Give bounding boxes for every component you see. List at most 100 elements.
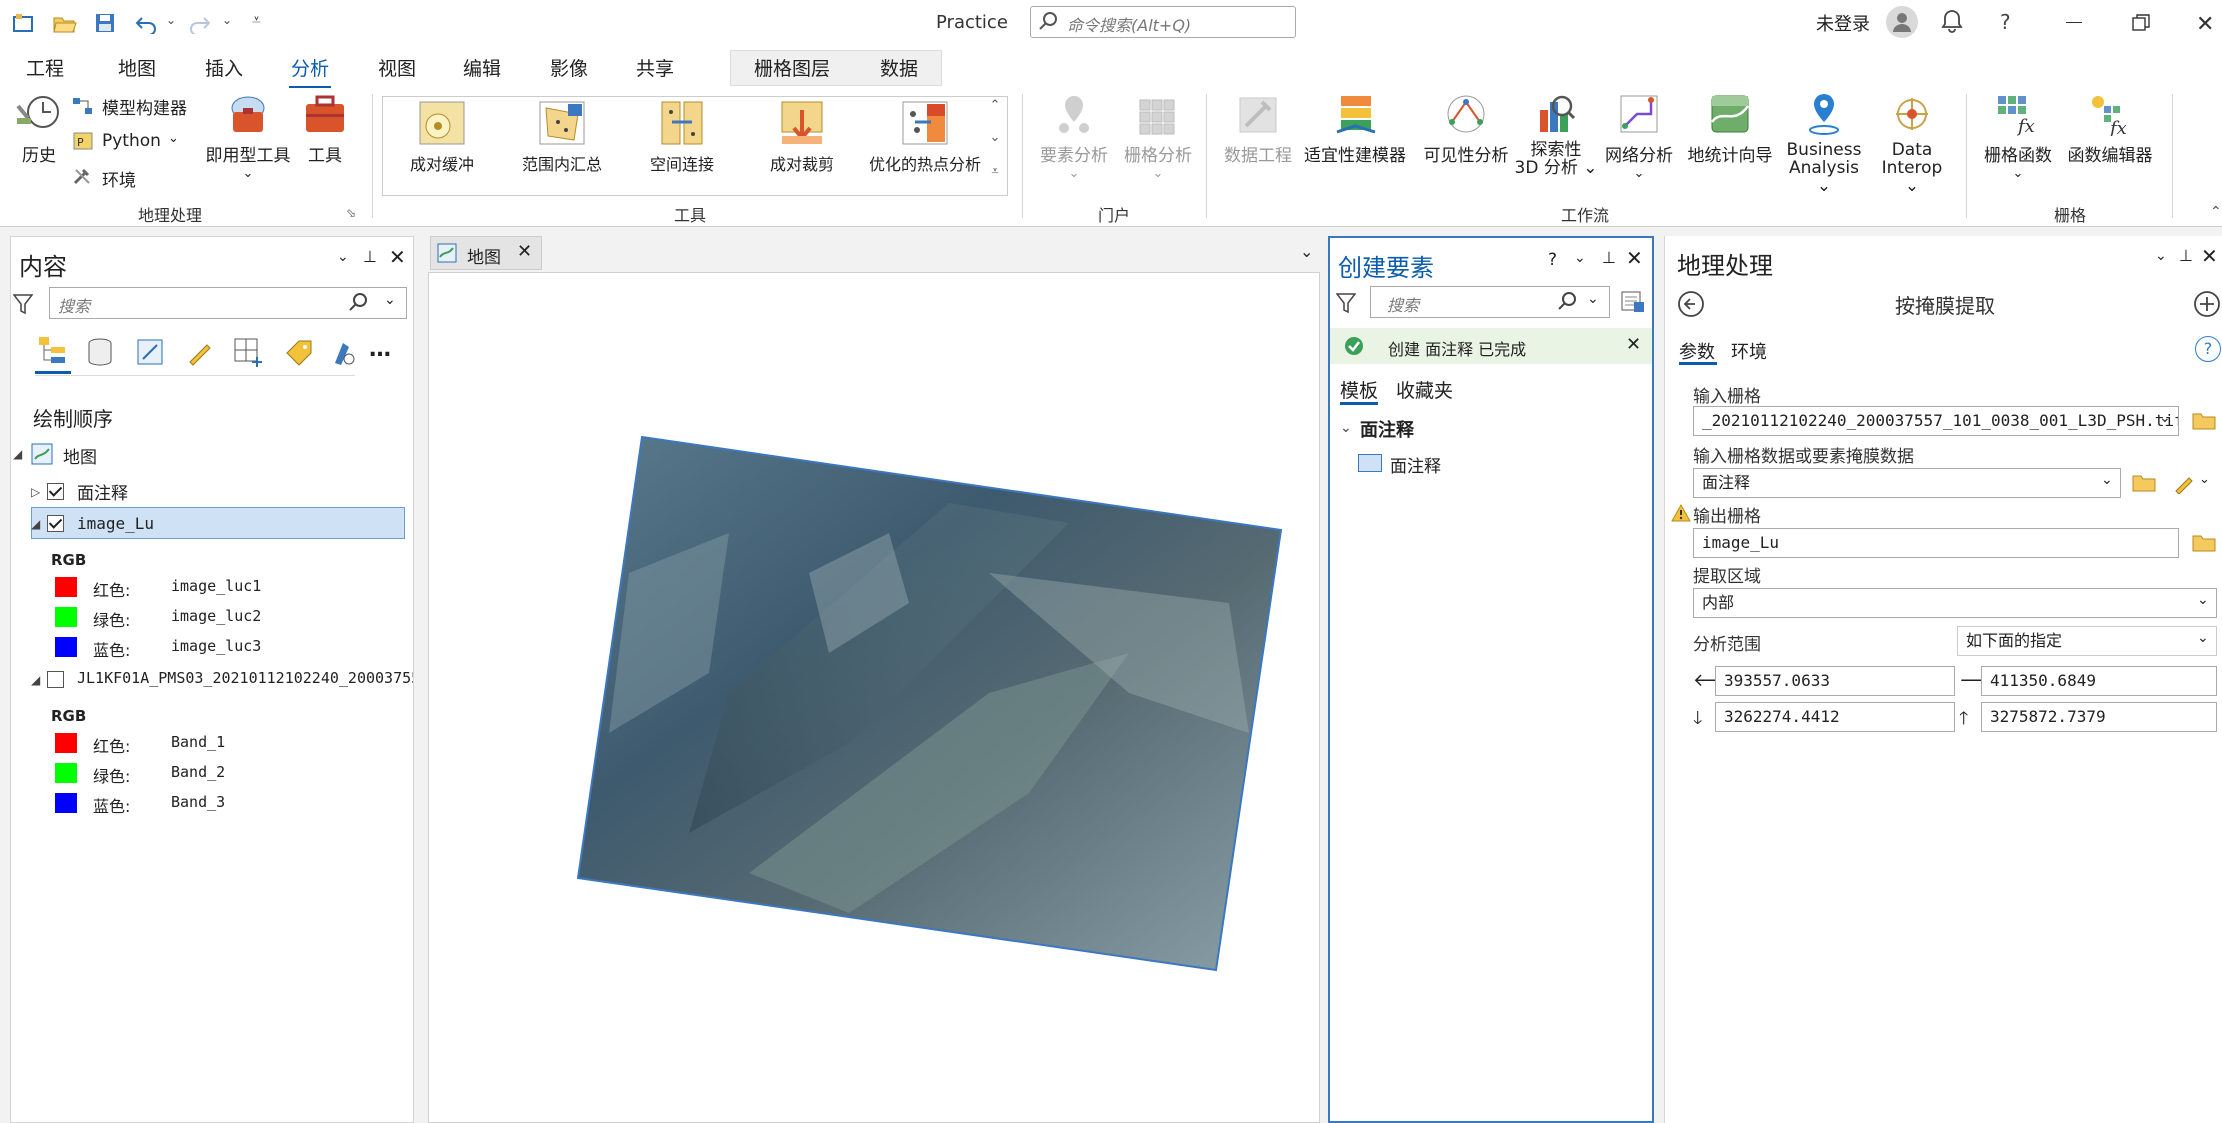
close-pane-icon[interactable]: ✕ xyxy=(1626,246,1643,270)
edit-pencil-icon[interactable] xyxy=(2173,472,2197,499)
layer-name[interactable]: 面注释 xyxy=(77,479,128,504)
collapse-layer-icon[interactable]: ◢ xyxy=(31,673,40,687)
tab-parameters[interactable]: 参数 xyxy=(1679,338,1715,364)
undo-icon[interactable] xyxy=(134,12,158,39)
extract-area-dropdown-icon[interactable]: ⌄ xyxy=(2197,592,2209,608)
visibility-analysis-button[interactable]: 可见性分析 xyxy=(1416,92,1516,166)
python-dropdown-icon[interactable]: ⌄ xyxy=(168,131,179,146)
map-canvas[interactable] xyxy=(428,272,1320,1123)
extent-right-field[interactable]: 411350.6849 xyxy=(1981,666,2217,696)
list-by-editing-icon[interactable] xyxy=(185,337,215,372)
raster-analysis-button[interactable]: 栅格分析 ⌄ xyxy=(1118,92,1198,181)
tab-insert[interactable]: 插入 xyxy=(205,54,243,81)
save-icon[interactable] xyxy=(94,12,116,39)
feature-analysis-button[interactable]: 要素分析 ⌄ xyxy=(1034,92,1114,181)
redo-dropdown-icon[interactable]: ⌄ xyxy=(222,13,232,27)
python-button[interactable]: Python xyxy=(102,131,161,151)
list-by-selection-icon[interactable] xyxy=(135,337,165,372)
analysis-extent-dropdown-icon[interactable]: ⌄ xyxy=(2197,630,2209,646)
map-name[interactable]: 地图 xyxy=(63,443,97,468)
extract-area-select[interactable]: 内部 xyxy=(1693,588,2217,618)
help-icon[interactable]: ? xyxy=(2000,10,2011,34)
tools-button[interactable]: 工具 xyxy=(298,92,352,166)
red-band-swatch[interactable] xyxy=(55,733,77,753)
gallery-pairwise-clip[interactable]: 成对裁剪 xyxy=(752,100,852,175)
help-icon[interactable]: ? xyxy=(2195,336,2221,362)
exploratory-3d-button[interactable]: 探索性 3D 分析 ⌄ xyxy=(1514,92,1598,177)
network-analysis-dropdown-icon[interactable]: ⌄ xyxy=(1598,166,1680,181)
customize-toolbar-icon[interactable]: ⩡ xyxy=(252,10,261,30)
command-search[interactable]: 命令搜索(Alt+Q) xyxy=(1030,6,1296,38)
gallery-spatial-join[interactable]: 空间连接 xyxy=(632,100,732,175)
extent-top-field[interactable]: 3275872.7379 xyxy=(1981,702,2217,732)
blue-band-swatch[interactable] xyxy=(55,793,77,813)
add-options-icon[interactable] xyxy=(2193,290,2221,323)
analysis-extent-select[interactable]: 如下面的指定 xyxy=(1957,626,2217,656)
suitability-modeler-button[interactable]: 适宜性建模器 xyxy=(1300,92,1410,166)
data-engineering-button[interactable]: 数据工程 xyxy=(1220,92,1296,166)
search-icon[interactable] xyxy=(1557,291,1577,316)
tab-view[interactable]: 视图 xyxy=(378,54,416,81)
user-status[interactable]: 未登录 xyxy=(1816,10,1870,36)
extent-bottom-field[interactable]: 3262274.4412 xyxy=(1715,702,1955,732)
raster-analysis-dropdown-icon[interactable]: ⌄ xyxy=(1118,166,1198,181)
gallery-scroll-down[interactable]: ⌄ xyxy=(986,130,1004,158)
layer-name[interactable]: JL1KF01A_PMS03_20210112102240_200037557 xyxy=(77,669,413,687)
tab-list-dropdown-icon[interactable]: ⌄ xyxy=(1300,242,1313,261)
avatar[interactable] xyxy=(1886,6,1918,38)
browse-folder-icon[interactable] xyxy=(2131,472,2157,499)
red-band-swatch[interactable] xyxy=(55,577,77,597)
list-by-drawing-order-icon[interactable] xyxy=(37,335,69,372)
redo-icon[interactable] xyxy=(188,12,212,39)
tab-analysis[interactable]: 分析 xyxy=(288,54,332,89)
tab-data[interactable]: 数据 xyxy=(880,54,918,81)
tab-edit[interactable]: 编辑 xyxy=(463,54,501,81)
pin-icon[interactable]: ⊥ xyxy=(363,247,377,266)
notification-bell-icon[interactable] xyxy=(1940,8,1964,39)
browse-folder-icon[interactable] xyxy=(2191,410,2217,437)
undo-dropdown-icon[interactable]: ⌄ xyxy=(166,13,176,27)
data-interop-button[interactable]: Data Interop ⌄ xyxy=(1872,92,1952,195)
contents-search-input[interactable]: 搜索 ⌄ xyxy=(49,287,407,319)
gallery-summarize-within[interactable]: 范围内汇总 xyxy=(512,100,612,175)
pin-icon[interactable]: ⊥ xyxy=(1602,248,1616,267)
new-project-icon[interactable] xyxy=(12,12,34,32)
tab-project[interactable]: 工程 xyxy=(26,54,64,81)
close-tab-icon[interactable]: ✕ xyxy=(517,241,532,262)
layer-visibility-checkbox[interactable] xyxy=(47,481,64,501)
input-raster-dropdown-icon[interactable]: ⌄ xyxy=(2159,410,2171,426)
filter-icon[interactable] xyxy=(12,293,34,320)
filter-icon[interactable] xyxy=(1335,292,1357,319)
layer-visibility-checkbox[interactable] xyxy=(47,513,64,533)
raster-functions-dropdown-icon[interactable]: ⌄ xyxy=(1976,166,2060,181)
gallery-expand[interactable]: ⩡ xyxy=(986,164,1004,192)
list-by-snapping-icon[interactable] xyxy=(233,337,265,374)
panel-options-dropdown-icon[interactable]: ⌄ xyxy=(337,249,349,265)
close-pane-icon[interactable]: ✕ xyxy=(389,245,406,269)
tab-raster-layer[interactable]: 栅格图层 xyxy=(754,54,830,81)
gallery-scroll-up[interactable]: ⌃ xyxy=(986,98,1004,126)
list-by-perspective-icon[interactable] xyxy=(329,337,359,372)
panel-options-dropdown-icon[interactable]: ⌄ xyxy=(1574,250,1586,266)
tab-map[interactable]: 地图 xyxy=(118,54,156,81)
input-raster-field[interactable]: _20210112102240_200037557_101_0038_001_L… xyxy=(1693,406,2179,436)
tab-share[interactable]: 共享 xyxy=(636,54,674,81)
tab-templates[interactable]: 模板 xyxy=(1340,376,1378,403)
list-by-labeling-icon[interactable] xyxy=(283,337,315,374)
mask-dropdown-icon[interactable]: ⌄ xyxy=(2101,472,2113,488)
dismiss-message-icon[interactable]: ✕ xyxy=(1626,334,1641,355)
collapse-group-icon[interactable]: ⌄ xyxy=(1340,420,1352,436)
group-launcher-icon[interactable]: ⬂ xyxy=(346,206,356,220)
more-options-icon[interactable]: … xyxy=(369,337,391,362)
gallery-pairwise-buffer[interactable]: 成对缓冲 xyxy=(392,100,492,175)
expand-layer-icon[interactable]: ▷ xyxy=(31,485,40,499)
pencil-dropdown-icon[interactable]: ⌄ xyxy=(2199,472,2210,487)
panel-options-dropdown-icon[interactable]: ⌄ xyxy=(2155,248,2167,264)
open-project-icon[interactable] xyxy=(52,12,78,39)
geostatistical-wizard-button[interactable]: 地统计向导 xyxy=(1680,92,1780,166)
collapse-layer-icon[interactable]: ◢ xyxy=(31,517,40,531)
extent-left-field[interactable]: 393557.0633 xyxy=(1715,666,1955,696)
layer-name[interactable]: image_Lu xyxy=(77,514,154,533)
mask-field[interactable]: 面注释 xyxy=(1693,468,2121,498)
output-raster-field[interactable]: image_Lu xyxy=(1693,528,2179,558)
